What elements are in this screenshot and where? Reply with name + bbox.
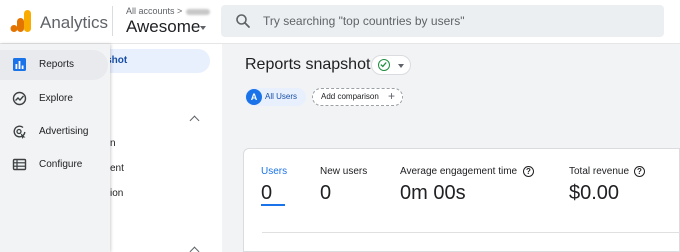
add-comparison-label: Add comparison (321, 92, 379, 101)
caret-down-icon (398, 64, 404, 68)
plus-icon: + (388, 89, 396, 103)
explore-icon (12, 91, 27, 106)
nav-label: Configure (39, 159, 83, 170)
nav-label: Reports (39, 59, 75, 70)
active-tab-indicator (261, 204, 285, 206)
nav-label: Advertising (39, 126, 89, 137)
metric-tab-revenue[interactable]: Total revenue (569, 166, 629, 177)
account-breadcrumb-label: All accounts > (126, 6, 183, 16)
metric-value: 0 (320, 182, 332, 204)
sidebar-item-partial[interactable]: ent (110, 163, 124, 174)
chip-label: All Users (265, 92, 298, 101)
nav-label: Explore (39, 93, 73, 104)
list-icon (12, 158, 27, 171)
left-nav: Reports Explore Advertising Configure (0, 44, 110, 252)
nav-item-advertising[interactable]: Advertising (0, 117, 108, 147)
sidebar-item-partial[interactable]: n (110, 138, 116, 149)
search-input[interactable]: Try searching "top countries by users" (263, 14, 465, 28)
bar-chart-icon (13, 58, 26, 71)
add-comparison-button[interactable]: Add comparison + (312, 88, 403, 106)
nav-item-reports[interactable]: Reports (0, 50, 108, 80)
nav-item-configure[interactable]: Configure (0, 150, 108, 180)
nav-item-explore[interactable]: Explore (0, 84, 108, 114)
redacted-account (185, 8, 210, 15)
top-bar: Analytics All accounts > Awesome Try sea… (0, 0, 680, 44)
help-icon[interactable]: ? (523, 166, 534, 177)
metric-value: 0 (261, 182, 273, 204)
avatar: A (246, 89, 262, 105)
app-name: Analytics (40, 13, 109, 32)
search-icon (236, 14, 250, 28)
analytics-logo-icon[interactable] (10, 9, 32, 33)
metric-value: $0.00 (569, 182, 620, 204)
metric-tab-new-users[interactable]: New users (320, 166, 367, 177)
analytics-app: Analytics All accounts > Awesome Try sea… (0, 0, 680, 252)
page-title: Reports snapshot (245, 56, 371, 73)
chart-divider (262, 232, 680, 233)
account-breadcrumb[interactable]: All accounts > (126, 6, 210, 16)
advertising-icon (13, 125, 26, 139)
all-users-chip[interactable]: A All Users (245, 88, 306, 106)
insights-status-button[interactable] (371, 55, 411, 75)
metric-value: 0m 00s (400, 182, 466, 204)
help-icon[interactable]: ? (634, 166, 645, 177)
sidebar-item-partial[interactable]: ion (110, 188, 123, 199)
metric-tab-engagement[interactable]: Average engagement time (400, 166, 517, 177)
property-selector[interactable]: Awesome (126, 17, 200, 37)
check-circle-icon (378, 59, 390, 71)
caret-down-icon[interactable] (200, 26, 206, 30)
metric-tab-users[interactable]: Users (261, 166, 287, 177)
search-bar[interactable]: Try searching "top countries by users" (221, 5, 664, 37)
header-divider (112, 6, 113, 36)
